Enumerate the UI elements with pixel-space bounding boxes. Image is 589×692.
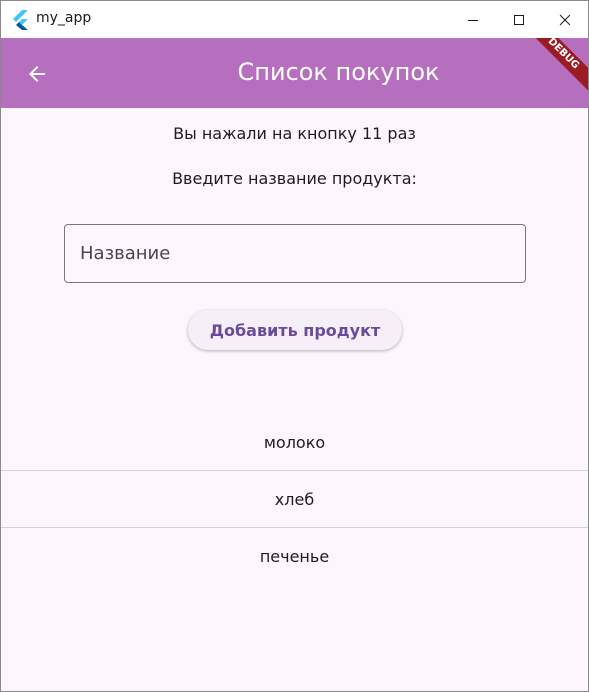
minimize-button[interactable] — [450, 1, 496, 38]
app-bar: Список покупок DEBUG — [1, 38, 588, 108]
prompt-text: Введите название продукта: — [172, 169, 417, 188]
main-content: Вы нажали на кнопку 11 раз Введите назва… — [1, 108, 588, 691]
minimize-icon — [468, 19, 478, 21]
list-item[interactable]: молоко — [1, 414, 588, 471]
list-item[interactable]: печенье — [1, 528, 588, 585]
flutter-logo-icon — [13, 10, 28, 30]
list-item[interactable]: хлеб — [1, 471, 588, 528]
close-icon — [559, 14, 571, 25]
add-product-button[interactable]: Добавить продукт — [188, 310, 402, 350]
window-title: my_app — [36, 10, 92, 26]
close-button[interactable] — [542, 1, 588, 38]
maximize-button[interactable] — [496, 1, 542, 38]
product-name-input[interactable] — [64, 224, 526, 283]
title-bar: my_app — [1, 1, 588, 38]
app-window: my_app Список покупок DEBUG Вы нажали на… — [0, 0, 589, 692]
maximize-icon — [514, 14, 524, 25]
page-title: Список покупок — [237, 58, 440, 86]
product-list: молоко хлеб печенье — [1, 414, 588, 585]
counter-text: Вы нажали на кнопку 11 раз — [173, 124, 416, 143]
